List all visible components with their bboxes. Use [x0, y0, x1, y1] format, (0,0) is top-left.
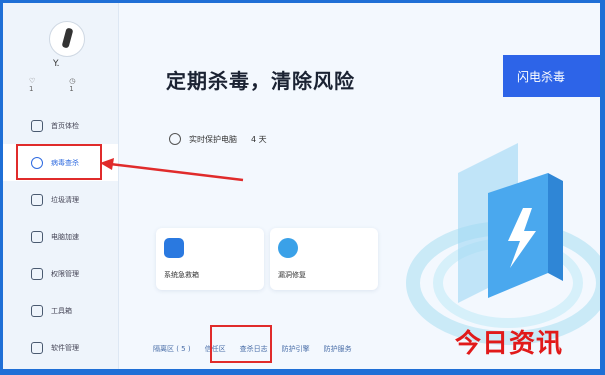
- annotation-box-trust-zone: [210, 325, 272, 363]
- annotation-box-sidebar: [16, 144, 102, 180]
- shield-visual: [406, 143, 600, 345]
- sidebar-item-home-check[interactable]: 首页体检: [3, 107, 118, 144]
- link-service[interactable]: 防护服务: [324, 344, 352, 354]
- username: Y.: [53, 59, 60, 69]
- app-window: Y. ♡ 1 ◷ 1 首页体检 病毒查杀 垃圾清理 电脑加速 权限管理 工具箱 …: [3, 3, 600, 369]
- stat-left: ♡ 1: [29, 77, 36, 93]
- avatar[interactable]: [49, 21, 85, 57]
- protect-label: 实时保护电脑: [189, 134, 237, 144]
- clock-icon: [169, 133, 181, 145]
- sidebar-item-permissions[interactable]: 权限管理: [3, 255, 118, 292]
- sidebar-item-speedup[interactable]: 电脑加速: [3, 218, 118, 255]
- protection-status: 实时保护电脑 4 天: [169, 133, 267, 145]
- quick-scan-button[interactable]: 闪电杀毒: [503, 55, 600, 97]
- toolbox-icon: [31, 304, 43, 317]
- protect-days: 4 天: [251, 134, 267, 144]
- page-title: 定期杀毒，清除风险: [166, 69, 355, 93]
- vulnerability-fix-card[interactable]: 漏洞修复: [270, 228, 378, 290]
- rocket-icon: [31, 230, 43, 243]
- clean-icon: [31, 193, 43, 206]
- app-icon: [31, 341, 43, 354]
- lock-icon: [31, 267, 43, 280]
- annotation-arrow: [100, 158, 244, 182]
- stat-right: ◷ 1: [69, 77, 76, 93]
- system-rescue-card[interactable]: 系统急救箱: [156, 228, 264, 290]
- link-engine[interactable]: 防护引擎: [282, 344, 310, 354]
- home-check-icon: [31, 119, 43, 132]
- sidebar-item-software[interactable]: 软件管理: [3, 329, 118, 366]
- link-quarantine[interactable]: 隔离区 ( 5 ): [153, 344, 191, 354]
- patch-icon: [278, 238, 298, 258]
- watermark: 今日资讯: [455, 329, 564, 359]
- sidebar-item-toolbox[interactable]: 工具箱: [3, 292, 118, 329]
- profile-stats: ♡ 1 ◷ 1: [29, 77, 109, 93]
- first-aid-icon: [164, 238, 184, 258]
